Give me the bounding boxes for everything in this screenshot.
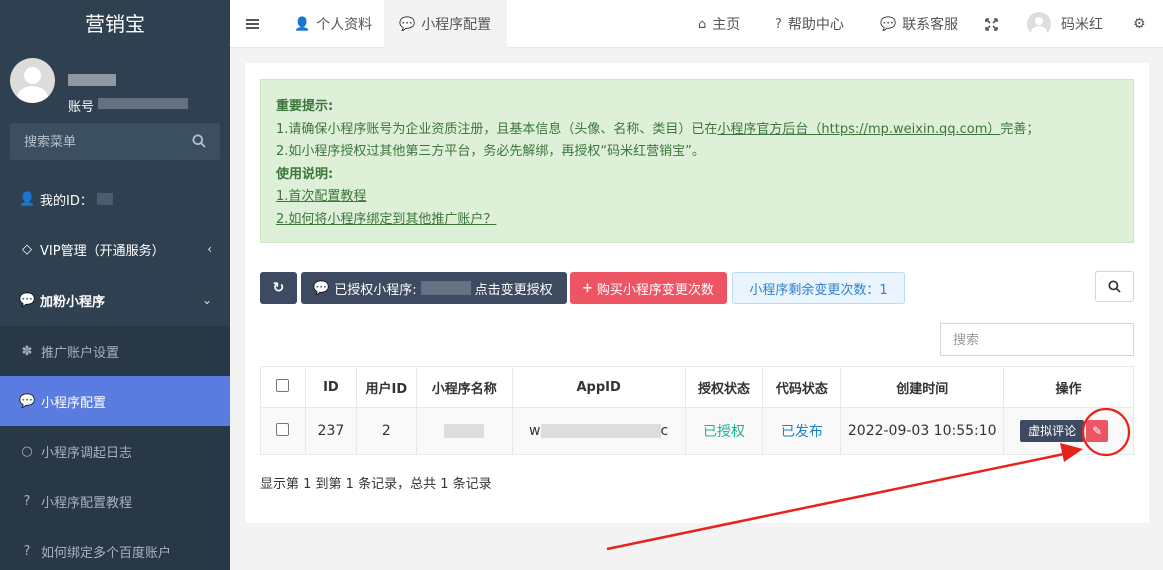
miniapp-table: ID 用户ID 小程序名称 AppID 授权状态 代码状态 创建时间 操作 23…: [260, 366, 1134, 455]
notice-title: 重要提示:: [276, 99, 334, 114]
toolbar-search-button[interactable]: [1095, 271, 1134, 302]
menu-search-input[interactable]: [10, 123, 180, 160]
bind-account-link[interactable]: 2.如何将小程序绑定到其他推广账户？: [276, 212, 496, 227]
sidebar-item-bind-baidu[interactable]: ? 如何绑定多个百度账户: [0, 526, 230, 570]
chevron-left-icon: ‹: [207, 242, 212, 256]
sidebar: 营销宝 账号 👤 我的ID： ◇ VIP管理（开通服务） ‹ 💬 加粉小程序 ⌄…: [0, 0, 230, 570]
table-header-row: ID 用户ID 小程序名称 AppID 授权状态 代码状态 创建时间 操作: [260, 366, 1134, 408]
usage-title: 使用说明:: [276, 166, 334, 182]
user-icon: 👤: [294, 16, 311, 32]
cell-miniapp-name: [415, 407, 513, 455]
col-auth-status[interactable]: 授权状态: [684, 366, 764, 408]
tab-miniapp-config[interactable]: 💬 小程序配置: [384, 0, 507, 48]
my-id-row: 👤 我的ID：: [0, 174, 230, 224]
redacted-account: [98, 98, 188, 109]
col-appid[interactable]: AppID: [511, 366, 686, 408]
settings-button[interactable]: ⚙: [1133, 0, 1146, 48]
pagination-summary: 显示第 1 到第 1 条记录，总共 1 条记录: [260, 477, 492, 492]
cell-id: 237: [304, 407, 357, 455]
question-circle-icon: ?: [775, 16, 782, 32]
refresh-icon: ↻: [272, 280, 285, 296]
wechat-icon: 💬: [19, 393, 36, 409]
change-auth-button[interactable]: 💬 已授权小程序: 点击变更授权: [301, 272, 567, 304]
user-menu[interactable]: 码米红: [1027, 0, 1103, 48]
brand-logo: 营销宝: [85, 12, 145, 36]
sidebar-item-vip[interactable]: ◇ VIP管理（开通服务） ‹: [0, 224, 230, 274]
sidebar-item-config-tutorial[interactable]: ? 小程序配置教程: [0, 476, 230, 526]
redacted-miniapp-name: [420, 281, 471, 295]
buy-changes-button[interactable]: + 购买小程序变更次数: [570, 272, 727, 304]
nav-support[interactable]: 💬 联系客服: [880, 0, 958, 48]
search-icon: [1108, 280, 1121, 293]
sidebar-item-invoke-log[interactable]: ○ 小程序调起日志: [0, 426, 230, 476]
col-created-time[interactable]: 创建时间: [840, 366, 1005, 408]
cell-appid: wc: [511, 407, 686, 455]
fullscreen-button[interactable]: [985, 0, 998, 48]
notice-box: 重要提示: 1.请确保小程序账号为企业资质注册，且基本信息（头像、名称、类目）已…: [260, 79, 1134, 243]
table-search: [940, 323, 1134, 356]
col-user-id[interactable]: 用户ID: [355, 366, 417, 408]
submenu: ✽ 推广账户设置 💬 小程序配置 ○ 小程序调起日志 ? 小程序配置教程 ? 如…: [0, 326, 230, 570]
search-icon[interactable]: [192, 134, 206, 148]
paw-icon: ✽: [21, 343, 33, 359]
redacted-miniapp-name: [444, 424, 485, 438]
sidebar-item-miniapp-config[interactable]: 💬 小程序配置: [0, 376, 230, 426]
sidebar-item-promo-account[interactable]: ✽ 推广账户设置: [0, 326, 230, 376]
user-panel: 账号: [0, 48, 230, 116]
table-search-input[interactable]: [941, 324, 1133, 355]
wechat-icon: 💬: [19, 292, 36, 308]
home-icon: ⌂: [698, 16, 707, 32]
pencil-icon: ✎: [1092, 424, 1103, 438]
select-all-checkbox[interactable]: [276, 378, 290, 392]
avatar: [1027, 12, 1051, 36]
cell-code-status: 已发布: [762, 407, 842, 455]
virtual-comment-button[interactable]: 虚拟评论: [1020, 420, 1085, 442]
col-actions: 操作: [1003, 366, 1134, 408]
plus-icon: +: [582, 280, 593, 296]
account-label: 账号: [68, 100, 95, 115]
chevron-down-icon: ⌄: [201, 293, 212, 307]
refresh-button[interactable]: ↻: [260, 272, 297, 304]
expand-icon[interactable]: [985, 17, 998, 31]
cell-actions: 虚拟评论 ✎: [1003, 407, 1134, 455]
nav-home[interactable]: ⌂ 主页: [698, 0, 740, 48]
select-all-cell: [260, 366, 306, 408]
menu-toggle[interactable]: [246, 0, 259, 48]
user-icon: 👤: [19, 191, 36, 207]
question-icon: ?: [23, 543, 31, 559]
wechat-icon: 💬: [313, 280, 330, 296]
edit-button[interactable]: ✎: [1086, 420, 1109, 442]
tab-profile[interactable]: 👤 个人资料: [294, 0, 372, 48]
content-panel: 重要提示: 1.请确保小程序账号为企业资质注册，且基本信息（头像、名称、类目）已…: [245, 63, 1149, 523]
notice-line-2: 2.如小程序授权过其他第三方平台，务必先解绑，再授权“码米红营销宝”。: [276, 144, 705, 159]
table-row: 237 2 wc 已授权 已发布 2022-09-03 10:55:10 虚拟评…: [260, 407, 1134, 455]
row-checkbox[interactable]: [276, 422, 290, 436]
avatar[interactable]: [10, 58, 55, 103]
menu-search: [10, 123, 220, 160]
hamburger-icon[interactable]: [246, 18, 259, 30]
cell-auth-status: 已授权: [684, 407, 764, 455]
cogs-icon[interactable]: ⚙: [1133, 16, 1146, 32]
diamond-icon: ◇: [22, 241, 32, 257]
question-circle-icon: ?: [23, 493, 31, 509]
wechat-icon: 💬: [399, 16, 416, 32]
notice-line-1: 1.请确保小程序账号为企业资质注册，且基本信息（头像、名称、类目）已在小程序官方…: [276, 121, 1040, 137]
cell-created-time: 2022-09-03 10:55:10: [840, 407, 1005, 455]
remaining-changes-badge: 小程序剩余变更次数：1: [732, 272, 905, 304]
redacted-id: [96, 193, 113, 205]
topbar: 👤 个人资料 💬 小程序配置 ⌂ 主页 ? 帮助中心 💬 联系客服 码米红 ⚙: [230, 0, 1163, 48]
redacted-appid: [540, 424, 661, 438]
cell-user-id: 2: [355, 407, 417, 455]
col-id[interactable]: ID: [304, 366, 357, 408]
nav-help[interactable]: ? 帮助中心: [775, 0, 844, 48]
col-miniapp-name[interactable]: 小程序名称: [415, 366, 513, 408]
col-code-status[interactable]: 代码状态: [762, 366, 842, 408]
sidebar-item-miniapp[interactable]: 💬 加粉小程序 ⌄: [0, 275, 230, 325]
mp-admin-link[interactable]: 小程序官方后台（https://mp.weixin.qq.com）: [717, 122, 1000, 137]
comment-icon: 💬: [880, 16, 897, 32]
circle-icon: ○: [21, 443, 33, 459]
redacted-username: [68, 74, 116, 86]
tutorial-link[interactable]: 1.首次配置教程: [276, 189, 366, 204]
